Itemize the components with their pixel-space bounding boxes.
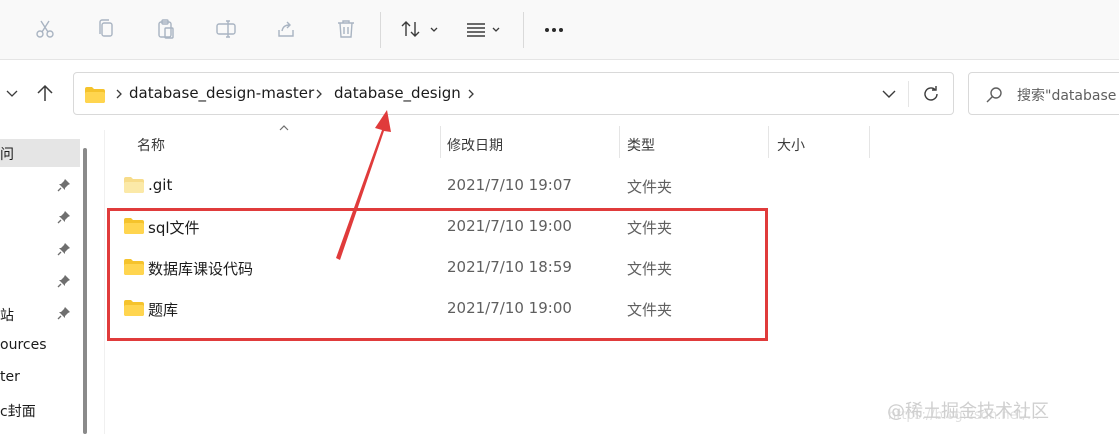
rename-icon bbox=[216, 20, 236, 38]
sidebar-item[interactable]: 问 bbox=[0, 139, 80, 167]
toolbar-separator bbox=[380, 12, 381, 48]
refresh-icon[interactable] bbox=[921, 84, 941, 104]
sidebar-item[interactable] bbox=[0, 268, 80, 296]
recent-locations-button[interactable] bbox=[0, 80, 24, 106]
sidebar-item[interactable]: ter bbox=[0, 364, 80, 392]
column-divider[interactable] bbox=[869, 126, 870, 158]
watermark: @稀土掘金技术社区 bbox=[887, 401, 1049, 422]
column-header-size[interactable]: 大小 bbox=[769, 126, 869, 158]
chevron-right-icon bbox=[316, 89, 322, 99]
breadcrumb-item[interactable]: database_design-master bbox=[129, 84, 314, 102]
address-separator bbox=[908, 81, 909, 107]
pin-icon bbox=[57, 307, 70, 320]
copy-button[interactable] bbox=[88, 12, 124, 46]
paste-icon bbox=[158, 19, 174, 39]
sidebar-item[interactable]: 站 bbox=[0, 300, 80, 328]
pin-icon bbox=[57, 243, 70, 256]
column-header-type[interactable]: 类型 bbox=[620, 126, 768, 158]
navigation-pane: 问 站 ources ter c封面 bbox=[0, 130, 90, 434]
breadcrumb-item[interactable]: database_design bbox=[334, 84, 461, 102]
sidebar-item[interactable] bbox=[0, 236, 80, 264]
delete-button[interactable] bbox=[328, 12, 364, 46]
chevron-right-icon bbox=[116, 89, 122, 99]
red-arrow-icon bbox=[336, 110, 391, 260]
sidebar-item[interactable] bbox=[0, 204, 80, 232]
sidebar-scrollbar[interactable] bbox=[83, 148, 87, 434]
search-box[interactable]: 搜索"database bbox=[968, 72, 1119, 115]
folder-icon bbox=[85, 87, 105, 103]
sort-icon bbox=[401, 21, 438, 37]
file-date: 2021/7/10 19:07 bbox=[447, 176, 572, 194]
file-row[interactable]: .git 2021/7/10 19:07 文件夹 bbox=[108, 167, 868, 203]
more-button[interactable] bbox=[536, 12, 572, 46]
cut-button[interactable] bbox=[27, 12, 63, 46]
toolbar-separator bbox=[523, 12, 524, 48]
command-bar bbox=[0, 0, 1119, 60]
arrow-up-icon bbox=[37, 84, 53, 101]
copy-icon bbox=[99, 19, 113, 37]
file-type: 文件夹 bbox=[627, 178, 673, 196]
view-button[interactable] bbox=[462, 12, 506, 46]
more-icon bbox=[545, 28, 563, 32]
pane-divider bbox=[104, 130, 105, 434]
rename-button[interactable] bbox=[208, 12, 244, 46]
search-icon bbox=[986, 87, 1002, 103]
sidebar-item[interactable]: ources bbox=[0, 332, 80, 360]
file-name: .git bbox=[148, 176, 173, 194]
sidebar-item[interactable] bbox=[0, 172, 80, 200]
address-bar[interactable]: database_design-master database_design bbox=[73, 72, 954, 115]
view-icon bbox=[467, 23, 500, 37]
pin-icon bbox=[57, 179, 70, 192]
highlight-box bbox=[107, 208, 768, 341]
cut-icon bbox=[36, 20, 54, 38]
chevron-right-icon bbox=[468, 89, 474, 99]
column-header-date[interactable]: 修改日期 bbox=[441, 126, 619, 158]
chevron-down-icon bbox=[6, 90, 18, 97]
pin-icon bbox=[57, 275, 70, 288]
pin-icon bbox=[57, 211, 70, 224]
sidebar-item[interactable]: c封面 bbox=[0, 396, 80, 424]
search-placeholder: 搜索"database bbox=[1017, 88, 1117, 104]
folder-light-icon bbox=[124, 177, 144, 193]
delete-icon bbox=[338, 20, 354, 38]
up-button[interactable] bbox=[33, 80, 57, 106]
sort-button[interactable] bbox=[398, 12, 442, 46]
paste-button[interactable] bbox=[148, 12, 184, 46]
share-button[interactable] bbox=[268, 12, 304, 46]
share-icon bbox=[278, 21, 294, 37]
chevron-down-icon[interactable] bbox=[881, 86, 897, 102]
